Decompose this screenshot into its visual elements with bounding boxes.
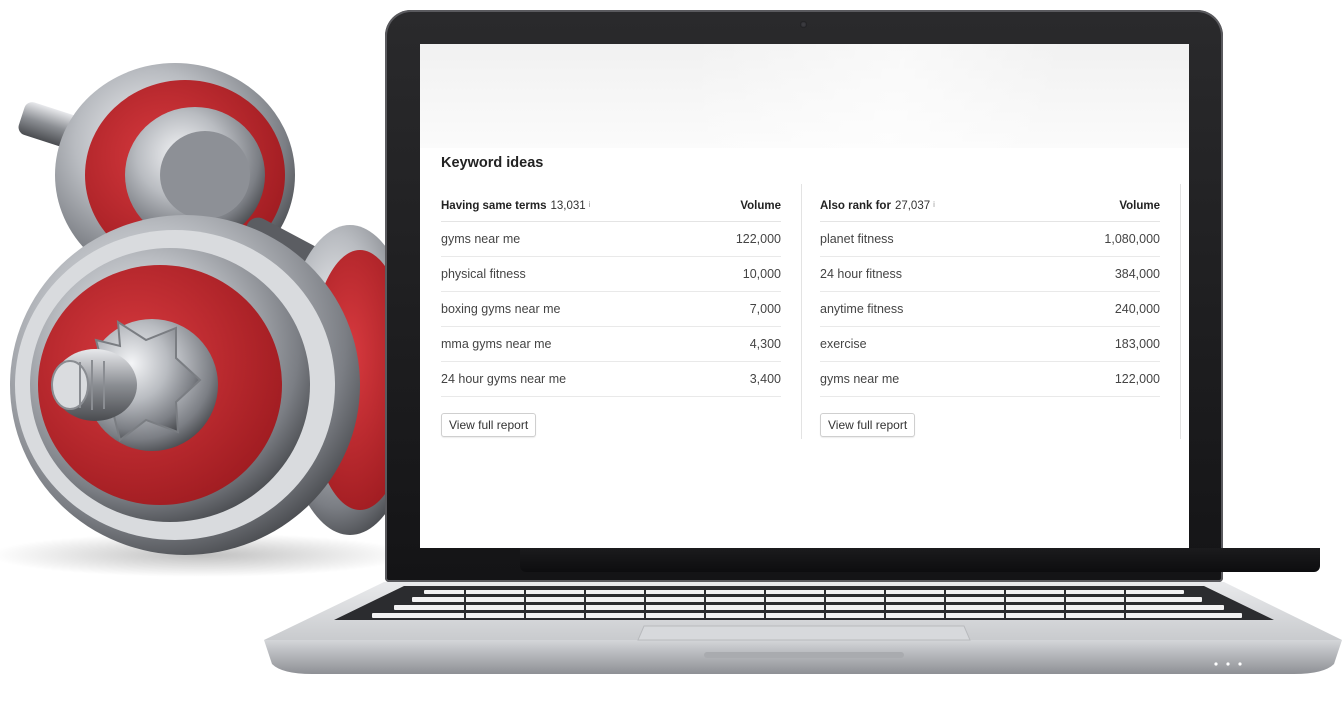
volume-cell: 183,000 (1114, 337, 1160, 351)
widget-right-edge (1180, 184, 1181, 439)
table-row[interactable]: gyms near me 122,000 (441, 222, 781, 257)
column-header: Having same terms 13,031 i Volume (441, 191, 781, 222)
also-rank-column: Also rank for 27,037 i Volume planet fitne… (820, 191, 1160, 437)
view-full-report-button[interactable]: View full report (820, 413, 916, 437)
volume-cell: 384,000 (1114, 267, 1160, 281)
laptop-hinge (520, 548, 1320, 572)
keyword-cell: boxing gyms near me (441, 302, 561, 316)
dumbbells-image (0, 63, 420, 577)
laptop-base (264, 582, 1342, 674)
volume-cell: 10,000 (742, 267, 781, 281)
keyword-cell: 24 hour gyms near me (441, 372, 567, 386)
keyword-cell: mma gyms near me (441, 337, 552, 351)
table-row[interactable]: physical fitness 10,000 (441, 257, 781, 292)
column-divider (801, 184, 802, 439)
column-header-count: 27,037 (894, 200, 931, 212)
table-row[interactable]: gyms near me 122,000 (820, 362, 1160, 397)
volume-cell: 122,000 (735, 232, 781, 246)
volume-cell: 1,080,000 (1104, 232, 1160, 246)
keyword-cell: physical fitness (441, 267, 526, 281)
table-row[interactable]: mma gyms near me 4,300 (441, 327, 781, 362)
table-row[interactable]: 24 hour gyms near me 3,400 (441, 362, 781, 397)
camera-icon (800, 21, 807, 28)
table-row[interactable]: anytime fitness 240,000 (820, 292, 1160, 327)
volume-column-header: Volume (740, 200, 781, 212)
keyword-cell: 24 hour fitness (820, 267, 902, 281)
keyword-cell: planet fitness (820, 232, 894, 246)
same-terms-column: Having same terms 13,031 i Volume gyms nea… (441, 191, 781, 437)
keyword-cell: anytime fitness (820, 302, 904, 316)
info-icon[interactable]: i (933, 200, 935, 209)
volume-cell: 122,000 (1114, 372, 1160, 386)
column-header-label: Also rank for (820, 200, 891, 212)
widget-title: Keyword ideas (441, 155, 544, 171)
volume-cell: 7,000 (749, 302, 781, 316)
volume-cell: 3,400 (749, 372, 781, 386)
keyword-cell: exercise (820, 337, 867, 351)
column-header: Also rank for 27,037 i Volume (820, 191, 1160, 222)
table-row[interactable]: planet fitness 1,080,000 (820, 222, 1160, 257)
table-row[interactable]: exercise 183,000 (820, 327, 1160, 362)
volume-cell: 4,300 (749, 337, 781, 351)
keyword-cell: gyms near me (820, 372, 900, 386)
column-header-count: 13,031 (550, 200, 586, 212)
screen-header-band (420, 44, 1189, 148)
keyword-cell: gyms near me (441, 232, 521, 246)
laptop-screen: Keyword ideas Having same terms 13,031 i V… (420, 44, 1189, 548)
table-row[interactable]: 24 hour fitness 384,000 (820, 257, 1160, 292)
info-icon[interactable]: i (589, 200, 591, 209)
view-full-report-button[interactable]: View full report (441, 413, 537, 437)
volume-cell: 240,000 (1114, 302, 1160, 316)
volume-column-header: Volume (1119, 200, 1160, 212)
column-header-label: Having same terms (441, 200, 547, 212)
table-row[interactable]: boxing gyms near me 7,000 (441, 292, 781, 327)
